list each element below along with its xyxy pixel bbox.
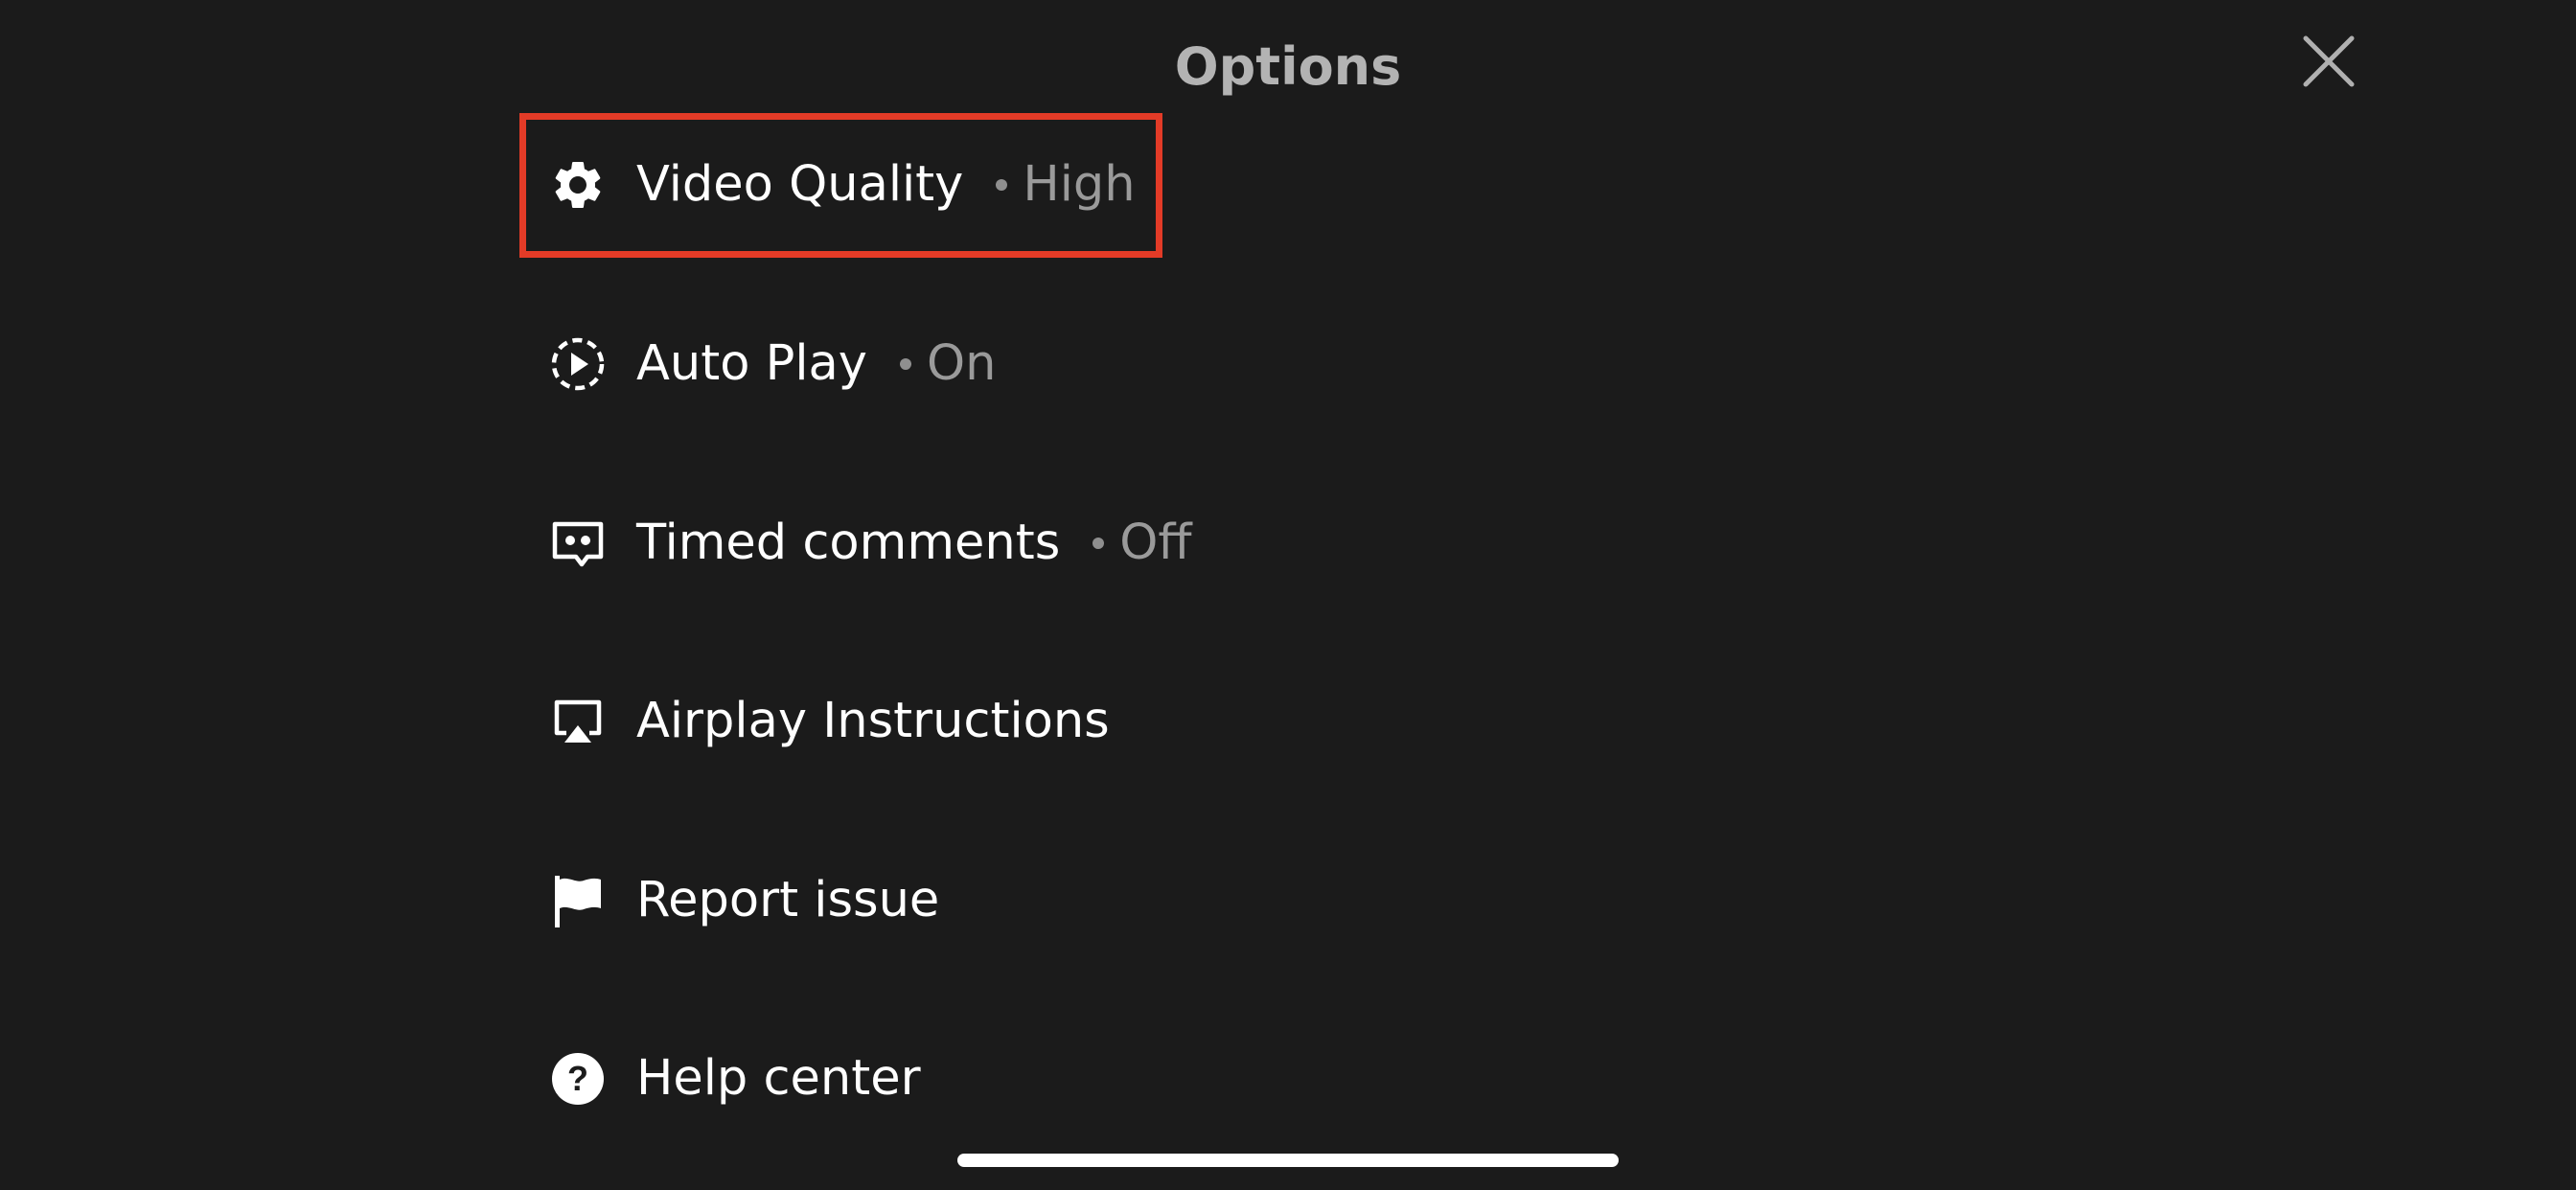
separator-dot bbox=[996, 179, 1008, 191]
menu-item-value: High bbox=[1023, 156, 1136, 213]
airplay-icon bbox=[546, 690, 610, 753]
menu-item-help-center[interactable]: ? Help center bbox=[546, 1025, 921, 1133]
menu-item-video-quality[interactable]: Video Quality High bbox=[546, 131, 1136, 239]
close-button[interactable] bbox=[2300, 33, 2358, 90]
menu-item-value: On bbox=[926, 335, 997, 392]
menu-item-label: Video Quality bbox=[636, 156, 964, 213]
menu-item-timed-comments[interactable]: Timed comments Off bbox=[546, 490, 1192, 597]
options-screen: Options Video Quality High Auto Play On … bbox=[0, 0, 2576, 1190]
menu-item-label: Report issue bbox=[636, 872, 940, 928]
home-indicator[interactable] bbox=[957, 1154, 1619, 1167]
gear-icon bbox=[546, 153, 610, 217]
svg-text:?: ? bbox=[567, 1059, 588, 1098]
close-icon bbox=[2303, 35, 2355, 87]
menu-item-label: Airplay Instructions bbox=[636, 693, 1110, 749]
menu-item-value: Off bbox=[1119, 515, 1192, 571]
menu-item-label: Auto Play bbox=[636, 335, 867, 392]
menu-item-label: Timed comments bbox=[636, 515, 1061, 571]
flag-icon bbox=[546, 869, 610, 932]
menu-item-airplay[interactable]: Airplay Instructions bbox=[546, 668, 1110, 775]
help-icon: ? bbox=[546, 1047, 610, 1110]
menu-item-auto-play[interactable]: Auto Play On bbox=[546, 310, 996, 418]
autoplay-icon bbox=[546, 332, 610, 396]
menu-item-report-issue[interactable]: Report issue bbox=[546, 847, 939, 954]
menu-item-label: Help center bbox=[636, 1050, 921, 1107]
page-title: Options bbox=[1174, 36, 1402, 97]
comment-icon bbox=[546, 512, 610, 575]
separator-dot bbox=[1092, 538, 1105, 549]
separator-dot bbox=[899, 358, 911, 370]
